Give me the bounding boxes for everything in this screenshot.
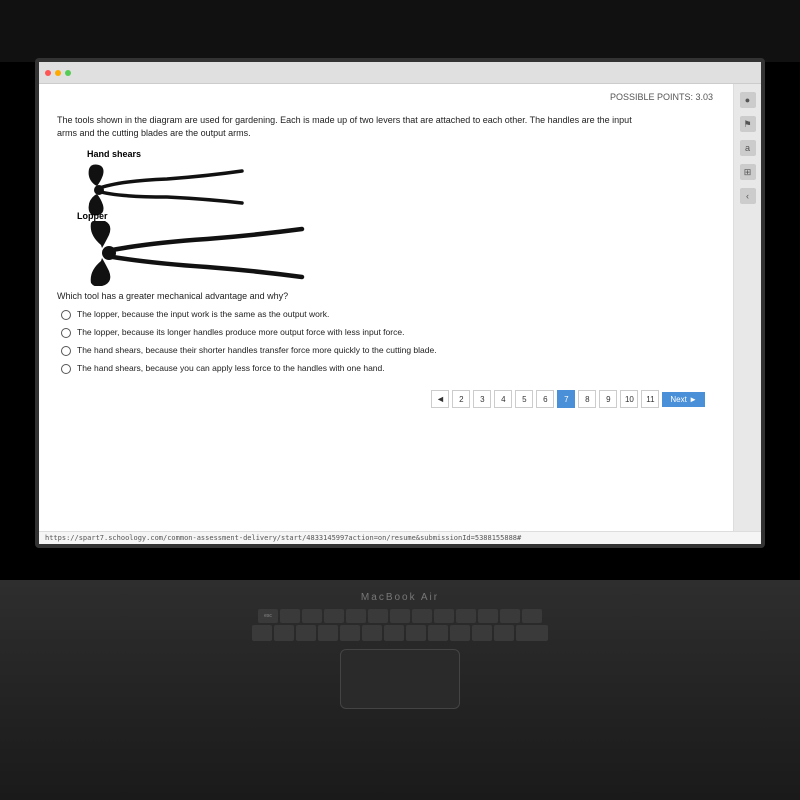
macbook-label-area: MacBook Air (0, 580, 800, 603)
page-11[interactable]: 11 (641, 390, 659, 408)
key-7[interactable] (406, 625, 426, 641)
sidebar-icon-flag[interactable]: ⚑ (740, 116, 756, 132)
sidebar-icon-a[interactable]: a (740, 140, 756, 156)
diagram-area: Hand shears Lop (77, 149, 715, 279)
keyboard-row-1: esc (258, 609, 542, 623)
url-bar: https://spart7.schoology.com/common-asse… (39, 531, 761, 544)
option-3[interactable]: The hand shears, because their shorter h… (61, 345, 715, 356)
minimize-dot[interactable] (55, 70, 61, 76)
key-minus[interactable] (494, 625, 514, 641)
option-3-text: The hand shears, because their shorter h… (77, 345, 437, 356)
sidebar: ● ⚑ a ⊞ ‹ (733, 84, 761, 531)
key-2[interactable] (296, 625, 316, 641)
page-3[interactable]: 3 (473, 390, 491, 408)
key-3[interactable] (318, 625, 338, 641)
hand-shears-svg (87, 161, 247, 216)
page-4[interactable]: 4 (494, 390, 512, 408)
prev-page-button[interactable]: ◄ (431, 390, 449, 408)
close-dot[interactable] (45, 70, 51, 76)
key-f1[interactable] (280, 609, 300, 623)
key-1[interactable] (274, 625, 294, 641)
page-5[interactable]: 5 (515, 390, 533, 408)
option-4[interactable]: The hand shears, because you can apply l… (61, 363, 715, 374)
macbook-label: MacBook Air (361, 592, 439, 603)
key-f5[interactable] (368, 609, 388, 623)
option-1[interactable]: The lopper, because the input work is th… (61, 309, 715, 320)
key-8[interactable] (428, 625, 448, 641)
keyboard-row-2 (252, 625, 548, 641)
option-1-text: The lopper, because the input work is th… (77, 309, 329, 320)
key-6[interactable] (384, 625, 404, 641)
key-f4[interactable] (346, 609, 366, 623)
key-9[interactable] (450, 625, 470, 641)
content-body: POSSIBLE POINTS: 3.03 The tools shown in… (39, 84, 761, 531)
option-2-text: The lopper, because its longer handles p… (77, 327, 404, 338)
keyboard: esc (0, 609, 800, 641)
key-backtick[interactable] (252, 625, 272, 641)
radio-4[interactable] (61, 364, 71, 374)
option-4-text: The hand shears, because you can apply l… (77, 363, 385, 374)
key-f9[interactable] (456, 609, 476, 623)
key-f12[interactable] (522, 609, 542, 623)
radio-1[interactable] (61, 310, 71, 320)
radio-3[interactable] (61, 346, 71, 356)
key-4[interactable] (340, 625, 360, 641)
screen-inner: POSSIBLE POINTS: 3.03 The tools shown in… (39, 62, 761, 544)
page-8[interactable]: 8 (578, 390, 596, 408)
key-f2[interactable] (302, 609, 322, 623)
key-f11[interactable] (500, 609, 520, 623)
sidebar-icon-1[interactable]: ● (740, 92, 756, 108)
question-prompt: Which tool has a greater mechanical adva… (57, 291, 715, 301)
possible-points: POSSIBLE POINTS: 3.03 (610, 92, 713, 102)
key-5[interactable] (362, 625, 382, 641)
radio-2[interactable] (61, 328, 71, 338)
page-6[interactable]: 6 (536, 390, 554, 408)
lopper-svg (87, 221, 307, 286)
lopper-label: Lopper (77, 211, 108, 221)
key-f3[interactable] (324, 609, 344, 623)
laptop-screen: POSSIBLE POINTS: 3.03 The tools shown in… (35, 58, 765, 548)
hand-shears-label: Hand shears (87, 149, 141, 159)
pagination: ◄ 2 3 4 5 6 7 8 9 10 11 Next ► (57, 390, 715, 408)
key-f6[interactable] (390, 609, 410, 623)
key-backspace[interactable] (516, 625, 548, 641)
keyboard-body: MacBook Air esc (0, 580, 800, 800)
maximize-dot[interactable] (65, 70, 71, 76)
page-7[interactable]: 7 (557, 390, 575, 408)
page-10[interactable]: 10 (620, 390, 638, 408)
key-f8[interactable] (434, 609, 454, 623)
answer-options: The lopper, because the input work is th… (61, 309, 715, 374)
key-0[interactable] (472, 625, 492, 641)
option-2[interactable]: The lopper, because its longer handles p… (61, 327, 715, 338)
question-text: The tools shown in the diagram are used … (57, 114, 637, 139)
sidebar-icon-collapse[interactable]: ‹ (740, 188, 756, 204)
sidebar-icon-grid[interactable]: ⊞ (740, 164, 756, 180)
key-f7[interactable] (412, 609, 432, 623)
page-9[interactable]: 9 (599, 390, 617, 408)
trackpad[interactable] (340, 649, 460, 709)
top-bezel (0, 0, 800, 62)
main-area: POSSIBLE POINTS: 3.03 The tools shown in… (39, 84, 733, 531)
key-f10[interactable] (478, 609, 498, 623)
page-2[interactable]: 2 (452, 390, 470, 408)
next-button[interactable]: Next ► (662, 392, 705, 407)
browser-chrome (39, 62, 761, 84)
key-esc[interactable]: esc (258, 609, 278, 623)
